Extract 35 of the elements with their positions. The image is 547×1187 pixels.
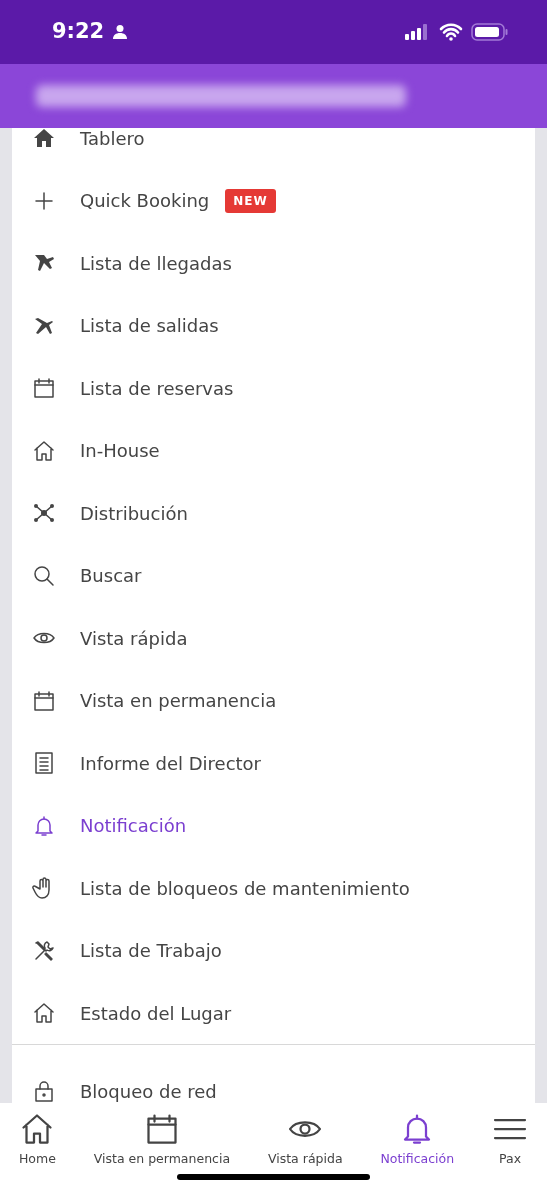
tab-bar-item[interactable]: Notificación	[380, 1103, 455, 1187]
calendar-icon	[32, 376, 56, 401]
menu-item[interactable]: Quick Booking NEW	[12, 169, 535, 232]
menu-item[interactable]: Notificación	[12, 794, 535, 857]
tab-bar-item[interactable]: Pax	[492, 1103, 529, 1187]
bell-icon	[32, 813, 56, 838]
menu-item[interactable]: In-House	[12, 419, 535, 482]
menu-item[interactable]: Lista de bloqueos de mantenimiento	[12, 856, 535, 920]
clock-time: 9:22	[52, 18, 105, 46]
menu-item[interactable]: Lista de reservas	[12, 356, 535, 420]
menu-item[interactable]: Lista de salidas	[12, 294, 535, 357]
menu-item[interactable]: Vista en permanencia	[12, 669, 535, 732]
new-badge: NEW	[225, 188, 276, 213]
calendar-icon	[32, 688, 56, 713]
menu-item[interactable]: Distribución	[12, 481, 535, 545]
menu-item[interactable]: Bloqueo de red	[12, 1079, 535, 1103]
menu-item[interactable]: Vista rápida	[12, 606, 535, 670]
wifi-icon	[439, 23, 463, 41]
tools-icon	[32, 938, 56, 963]
menu-item[interactable]: Lista de llegadas	[12, 231, 535, 295]
person-icon	[112, 24, 129, 40]
menu-item[interactable]: Informe del Director	[12, 731, 535, 795]
house-icon	[32, 438, 56, 463]
menu-item[interactable]: Estado del Lugar	[12, 981, 535, 1045]
tab-bar-item[interactable]: Vista rápida	[267, 1103, 343, 1187]
menu-item[interactable]: Buscar	[12, 544, 535, 607]
menu-item[interactable]: Tablero	[12, 127, 535, 170]
tab-bar-item[interactable]: Vista en permanencia	[93, 1103, 231, 1187]
menu-item[interactable]: Lista de Trabajo	[12, 919, 535, 982]
house-icon	[32, 1001, 56, 1026]
tab-bar-item[interactable]: Home	[18, 1103, 56, 1187]
search-icon	[32, 563, 56, 588]
battery-icon	[471, 23, 509, 41]
lock-icon	[32, 1079, 56, 1103]
document-icon	[32, 751, 56, 776]
